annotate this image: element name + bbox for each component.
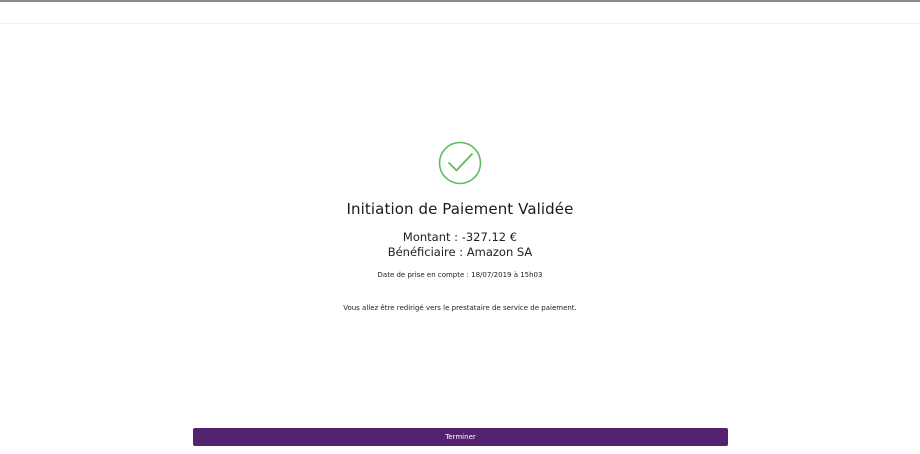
check-circle-icon xyxy=(438,141,482,185)
processing-date-line: Date de prise en compte : 18/07/2019 à 1… xyxy=(0,271,920,279)
amount-line: Montant : -327.12 € xyxy=(0,230,920,244)
header-divider xyxy=(0,23,920,24)
confirmation-title: Initiation de Paiement Validée xyxy=(346,200,574,218)
finish-button[interactable]: Terminer xyxy=(193,428,728,446)
beneficiary-label: Bénéficiaire : xyxy=(387,245,464,259)
date-value: 18/07/2019 à 15h03 xyxy=(471,271,543,279)
amount-label: Montant : xyxy=(402,230,459,244)
window-top-border xyxy=(0,0,920,2)
date-label: Date de prise en compte : xyxy=(377,271,469,279)
amount-value: -327.12 € xyxy=(461,230,518,244)
redirect-message: Vous allez être redirigé vers le prestat… xyxy=(343,304,577,312)
beneficiary-line: Bénéficiaire : Amazon SA xyxy=(0,245,920,259)
beneficiary-value: Amazon SA xyxy=(466,245,533,259)
